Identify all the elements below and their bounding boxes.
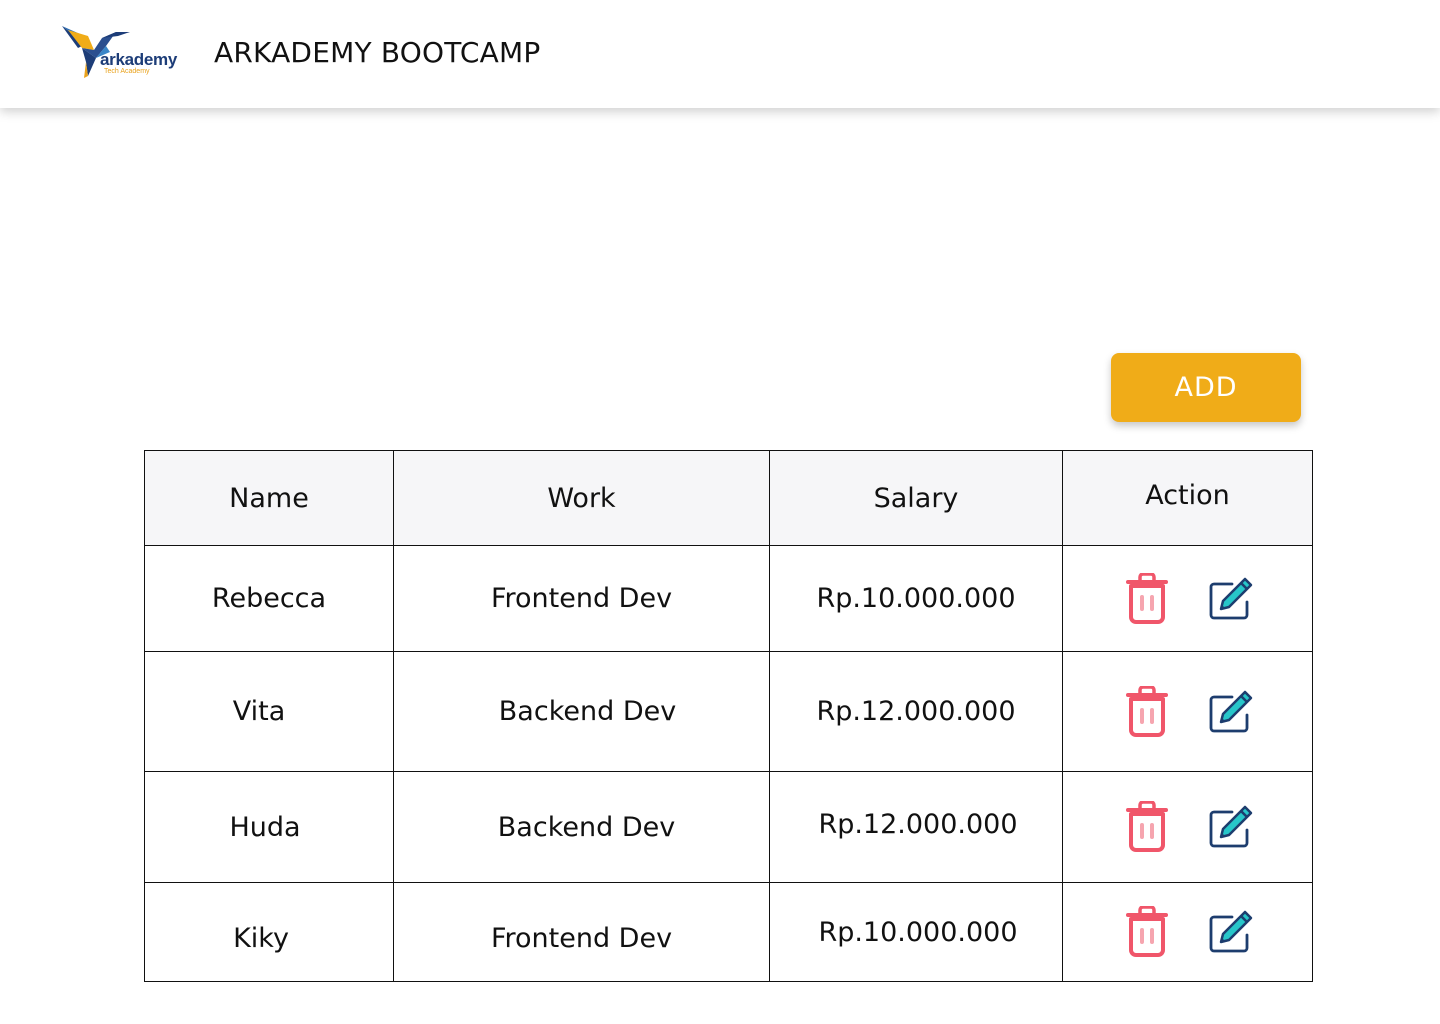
trash-icon[interactable] (1124, 801, 1170, 853)
cell-action (1062, 545, 1313, 652)
edit-icon[interactable] (1208, 573, 1254, 625)
table-row: Huda Backend Dev Rp.12.000.000 (144, 771, 1313, 883)
column-header-salary: Salary (769, 450, 1063, 546)
top-header: arkademy Tech Academy ARKADEMY BOOTCAMP (0, 0, 1440, 108)
app-title: ARKADEMY BOOTCAMP (214, 36, 541, 69)
column-header-action: Action (1062, 450, 1313, 546)
table-row: Rebecca Frontend Dev Rp.10.000.000 (144, 545, 1313, 652)
column-header-name: Name (144, 450, 394, 546)
cell-name: Kiky (144, 882, 394, 982)
table-header-row: Name Work Salary Action (144, 450, 1313, 546)
cell-action (1062, 771, 1313, 883)
trash-icon[interactable] (1124, 906, 1170, 958)
employee-table: Name Work Salary Action Rebecca Frontend… (144, 450, 1313, 982)
cell-work: Backend Dev (393, 771, 770, 883)
logo-subtitle: Tech Academy (104, 68, 150, 75)
cell-work: Backend Dev (393, 651, 770, 772)
logo-wordmark: arkademy (100, 50, 177, 69)
trash-icon[interactable] (1124, 572, 1170, 625)
cell-salary: Rp.10.000.000 (769, 882, 1063, 982)
cell-name: Rebecca (144, 545, 394, 652)
table-row: Kiky Frontend Dev Rp.10.000.000 (144, 882, 1313, 982)
cell-salary: Rp.12.000.000 (769, 651, 1063, 772)
cell-salary: Rp.10.000.000 (769, 545, 1063, 652)
cell-action (1062, 882, 1313, 982)
cell-action (1062, 651, 1313, 772)
cell-salary: Rp.12.000.000 (769, 771, 1063, 883)
trash-icon[interactable] (1124, 685, 1170, 738)
cell-work: Frontend Dev (393, 882, 770, 982)
edit-icon[interactable] (1208, 801, 1254, 853)
cell-name: Huda (144, 771, 394, 883)
edit-icon[interactable] (1208, 906, 1254, 958)
arkademy-logo[interactable]: arkademy Tech Academy (58, 22, 188, 84)
table-row: Vita Backend Dev Rp.12.000.000 (144, 651, 1313, 772)
add-button[interactable]: ADD (1111, 353, 1301, 422)
cell-work: Frontend Dev (393, 545, 770, 652)
edit-icon[interactable] (1208, 686, 1254, 738)
cell-name: Vita (144, 651, 394, 772)
column-header-work: Work (393, 450, 770, 546)
